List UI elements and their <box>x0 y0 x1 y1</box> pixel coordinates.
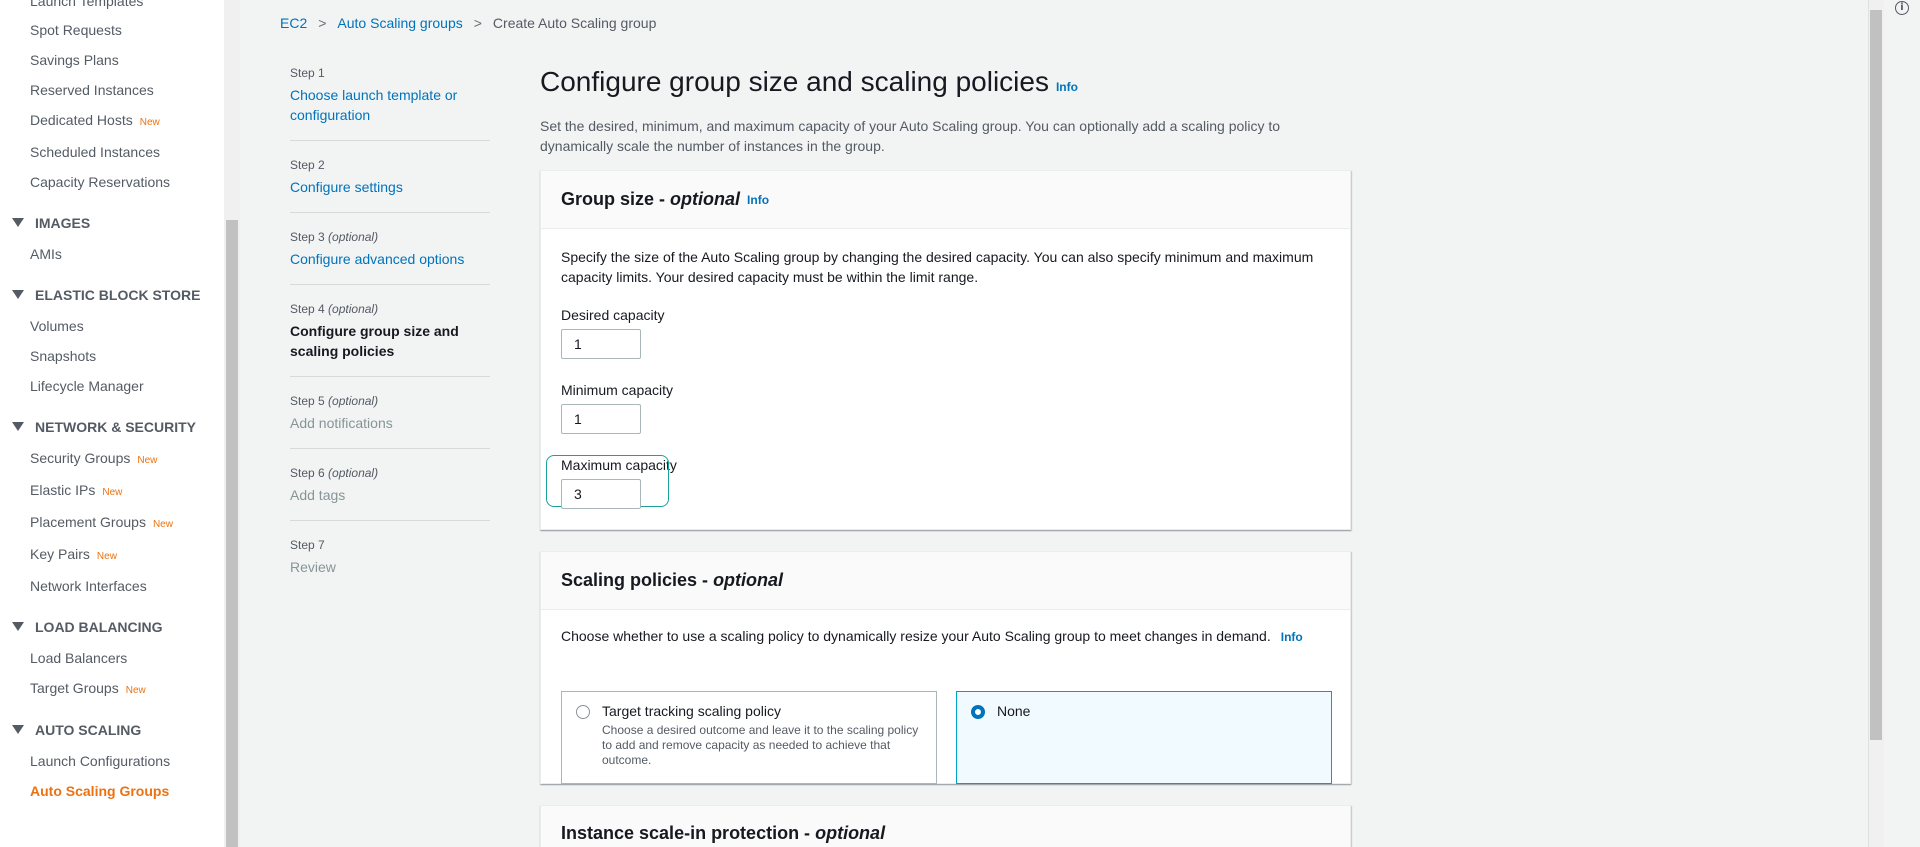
caret-down-icon <box>12 218 24 227</box>
step-6: Step 6 (optional) Add tags <box>290 466 490 505</box>
main-scrollbar-thumb[interactable] <box>1870 10 1882 740</box>
nav-capacity-reservations[interactable]: Capacity Reservations <box>30 174 170 190</box>
step-6-label: Add tags <box>290 487 346 503</box>
caret-down-icon <box>12 422 24 431</box>
scaling-policies-header: Scaling policies - optional <box>541 552 1350 610</box>
page-title: Configure group size and scaling policie… <box>540 66 1078 97</box>
step-3-link[interactable]: Configure advanced options <box>290 249 490 269</box>
step-3: Step 3 (optional) Configure advanced opt… <box>290 230 490 269</box>
nav-spot-requests[interactable]: Spot Requests <box>30 22 122 38</box>
divider <box>290 140 490 141</box>
nav-launch-templates[interactable]: Launch Templates <box>30 0 143 9</box>
divider <box>290 520 490 521</box>
section-elastic-block-store[interactable]: ELASTIC BLOCK STORE <box>12 287 200 303</box>
nav-network-interfaces[interactable]: Network Interfaces <box>30 578 147 594</box>
nav-snapshots[interactable]: Snapshots <box>30 348 96 364</box>
section-load-balancing[interactable]: LOAD BALANCING <box>12 619 163 635</box>
info-link[interactable]: Info <box>747 193 769 207</box>
nav-auto-scaling-groups[interactable]: Auto Scaling Groups <box>30 783 169 799</box>
nav-key-pairs[interactable]: Key Pairs New <box>30 546 117 562</box>
new-badge: New <box>102 487 123 498</box>
caret-down-icon <box>12 622 24 631</box>
nav-placement-groups[interactable]: Placement Groups New <box>30 514 173 530</box>
step-1-link[interactable]: Choose launch template or configuration <box>290 85 490 125</box>
nav-volumes[interactable]: Volumes <box>30 318 84 334</box>
step-1: Step 1 Choose launch template or configu… <box>290 66 490 125</box>
breadcrumb: EC2 > Auto Scaling groups > Create Auto Scal… <box>280 15 656 31</box>
step-4-current: Configure group size and scaling policie… <box>290 323 459 359</box>
group-size-header: Group size - optional Info <box>541 171 1350 229</box>
group-size-panel: Group size - optional Info Specify the si… <box>540 170 1351 530</box>
nav-load-balancers[interactable]: Load Balancers <box>30 650 127 666</box>
step-5: Step 5 (optional) Add notifications <box>290 394 490 433</box>
nav-amis[interactable]: AMIs <box>30 246 62 262</box>
breadcrumb-ec2[interactable]: EC2 <box>280 15 307 31</box>
caret-down-icon <box>12 725 24 734</box>
nav-launch-configurations[interactable]: Launch Configurations <box>30 753 170 769</box>
nav-dedicated-hosts[interactable]: Dedicated Hosts New <box>30 112 160 128</box>
new-badge: New <box>125 685 146 696</box>
section-images[interactable]: IMAGES <box>12 215 90 231</box>
breadcrumb-auto-scaling-groups[interactable]: Auto Scaling groups <box>337 15 462 31</box>
target-tracking-option[interactable]: Target tracking scaling policy Choose a … <box>561 691 937 784</box>
step-5-label: Add notifications <box>290 415 393 431</box>
breadcrumb-current: Create Auto Scaling group <box>492 15 657 31</box>
info-circle-icon[interactable]: i <box>1895 1 1909 15</box>
nav-target-groups[interactable]: Target Groups New <box>30 680 146 696</box>
side-navigation: Launch Templates Spot Requests Savings P… <box>0 0 224 847</box>
nav-scheduled-instances[interactable]: Scheduled Instances <box>30 144 160 160</box>
divider <box>290 448 490 449</box>
new-badge: New <box>139 117 160 128</box>
nav-reserved-instances[interactable]: Reserved Instances <box>30 82 154 98</box>
info-link[interactable]: Info <box>1056 80 1078 94</box>
new-badge: New <box>96 551 117 562</box>
section-network-security[interactable]: NETWORK & SECURITY <box>12 419 196 435</box>
scale-in-protection-panel: Instance scale-in protection - optional <box>540 805 1351 847</box>
desired-capacity-label: Desired capacity <box>561 307 665 323</box>
caret-down-icon <box>12 290 24 299</box>
nav-savings-plans[interactable]: Savings Plans <box>30 52 119 68</box>
scaling-policies-panel: Scaling policies - optional Choose wheth… <box>540 551 1351 784</box>
new-badge: New <box>152 519 173 530</box>
page-description: Set the desired, minimum, and maximum ca… <box>540 118 1281 154</box>
group-size-description: Specify the size of the Auto Scaling gro… <box>561 249 1314 285</box>
minimum-capacity-input[interactable] <box>561 404 641 434</box>
step-7-label: Review <box>290 559 336 575</box>
nav-security-groups[interactable]: Security Groups New <box>30 450 157 466</box>
divider <box>290 284 490 285</box>
chevron-right-icon: > <box>318 15 327 31</box>
minimum-capacity-label: Minimum capacity <box>561 382 674 398</box>
step-4: Step 4 (optional) Configure group size a… <box>290 302 490 361</box>
maximum-capacity-input[interactable] <box>561 479 641 509</box>
divider <box>290 212 490 213</box>
scale-in-protection-header: Instance scale-in protection - optional <box>541 806 1350 847</box>
nav-lifecycle-manager[interactable]: Lifecycle Manager <box>30 378 144 394</box>
section-auto-scaling[interactable]: AUTO SCALING <box>12 722 141 738</box>
divider <box>290 376 490 377</box>
step-2: Step 2 Configure settings <box>290 158 490 197</box>
step-7: Step 7 Review <box>290 538 490 577</box>
radio-button-selected[interactable] <box>971 705 985 719</box>
scaling-policies-body: Choose whether to use a scaling policy t… <box>541 610 1350 784</box>
info-link[interactable]: Info <box>1281 630 1303 644</box>
new-badge: New <box>137 455 158 466</box>
radio-button[interactable] <box>576 705 590 719</box>
chevron-right-icon: > <box>473 15 482 31</box>
group-size-body: Specify the size of the Auto Scaling gro… <box>541 229 1350 529</box>
step-2-link[interactable]: Configure settings <box>290 177 490 197</box>
sidebar-scrollbar-thumb[interactable] <box>226 220 238 847</box>
nav-elastic-ips[interactable]: Elastic IPs New <box>30 482 122 498</box>
scaling-description: Choose whether to use a scaling policy t… <box>561 628 1303 644</box>
none-option[interactable]: None <box>956 691 1332 784</box>
desired-capacity-input[interactable] <box>561 329 641 359</box>
